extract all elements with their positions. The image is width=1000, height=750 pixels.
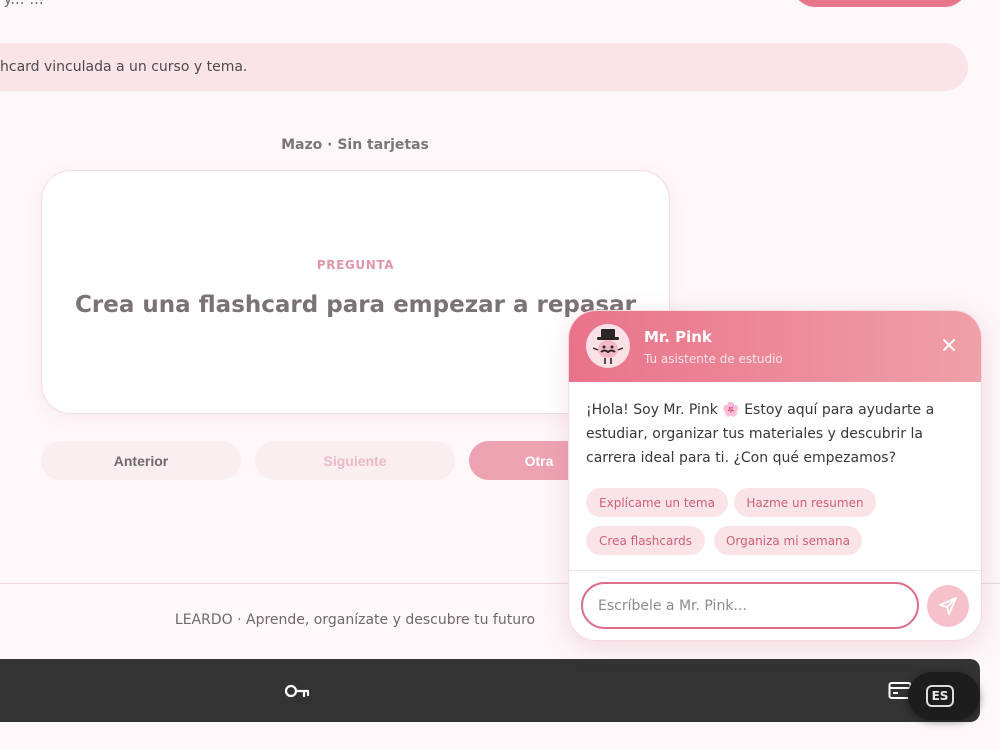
mr-pink-avatar bbox=[586, 324, 630, 368]
next-button[interactable]: Siguiente bbox=[255, 441, 455, 480]
key-icon[interactable] bbox=[284, 682, 310, 700]
chat-assistant-name: Mr. Pink bbox=[644, 328, 712, 346]
chat-assistant-subtitle: Tu asistente de estudio bbox=[644, 352, 783, 366]
send-icon bbox=[939, 597, 957, 615]
chat-welcome-message: ¡Hola! Soy Mr. Pink 🌸 Estoy aquí para ay… bbox=[586, 402, 935, 466]
header-action-button-partial[interactable] bbox=[792, 0, 968, 7]
chat-header: Mr. Pink Tu asistente de estudio bbox=[569, 311, 981, 382]
language-badge: ES bbox=[926, 685, 954, 707]
language-switcher[interactable]: ES bbox=[908, 672, 980, 720]
previous-button[interactable]: Anterior bbox=[41, 441, 241, 480]
header-tagline-partial: , y... ... bbox=[0, 0, 44, 8]
suggestion-chip-summary[interactable]: Hazme un resumen bbox=[734, 488, 876, 517]
close-icon[interactable] bbox=[941, 337, 957, 353]
send-button[interactable] bbox=[927, 585, 969, 627]
mascot-icon bbox=[592, 329, 624, 364]
info-banner: hcard vinculada a un curso y tema. bbox=[0, 43, 968, 91]
suggestion-chip-week[interactable]: Organiza mi semana bbox=[714, 526, 862, 555]
bottom-toolbar bbox=[0, 659, 980, 722]
deck-status-label: Mazo · Sin tarjetas bbox=[281, 137, 429, 153]
suggestion-chip-explain[interactable]: Explícame un tema bbox=[586, 488, 728, 517]
suggestion-chip-flashcards[interactable]: Crea flashcards bbox=[586, 526, 705, 555]
footer-tagline: LEARDO · Aprende, organízate y descubre … bbox=[174, 612, 536, 628]
chat-message-input[interactable] bbox=[581, 582, 919, 629]
chat-divider bbox=[569, 570, 981, 571]
flashcard-side-label: PREGUNTA bbox=[316, 258, 395, 272]
chat-widget: Mr. Pink Tu asistente de estudio ¡Hola! … bbox=[568, 310, 982, 641]
info-banner-text: hcard vinculada a un curso y tema. bbox=[0, 59, 248, 75]
